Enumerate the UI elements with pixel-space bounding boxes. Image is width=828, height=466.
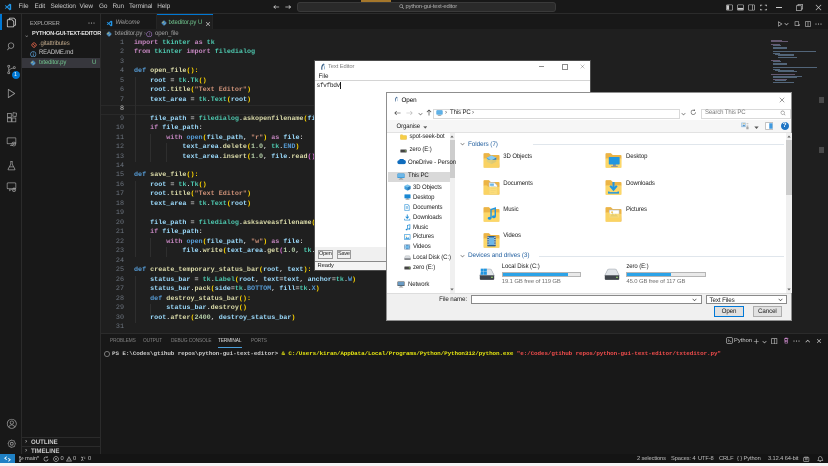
svg-text:f: f — [149, 32, 151, 36]
